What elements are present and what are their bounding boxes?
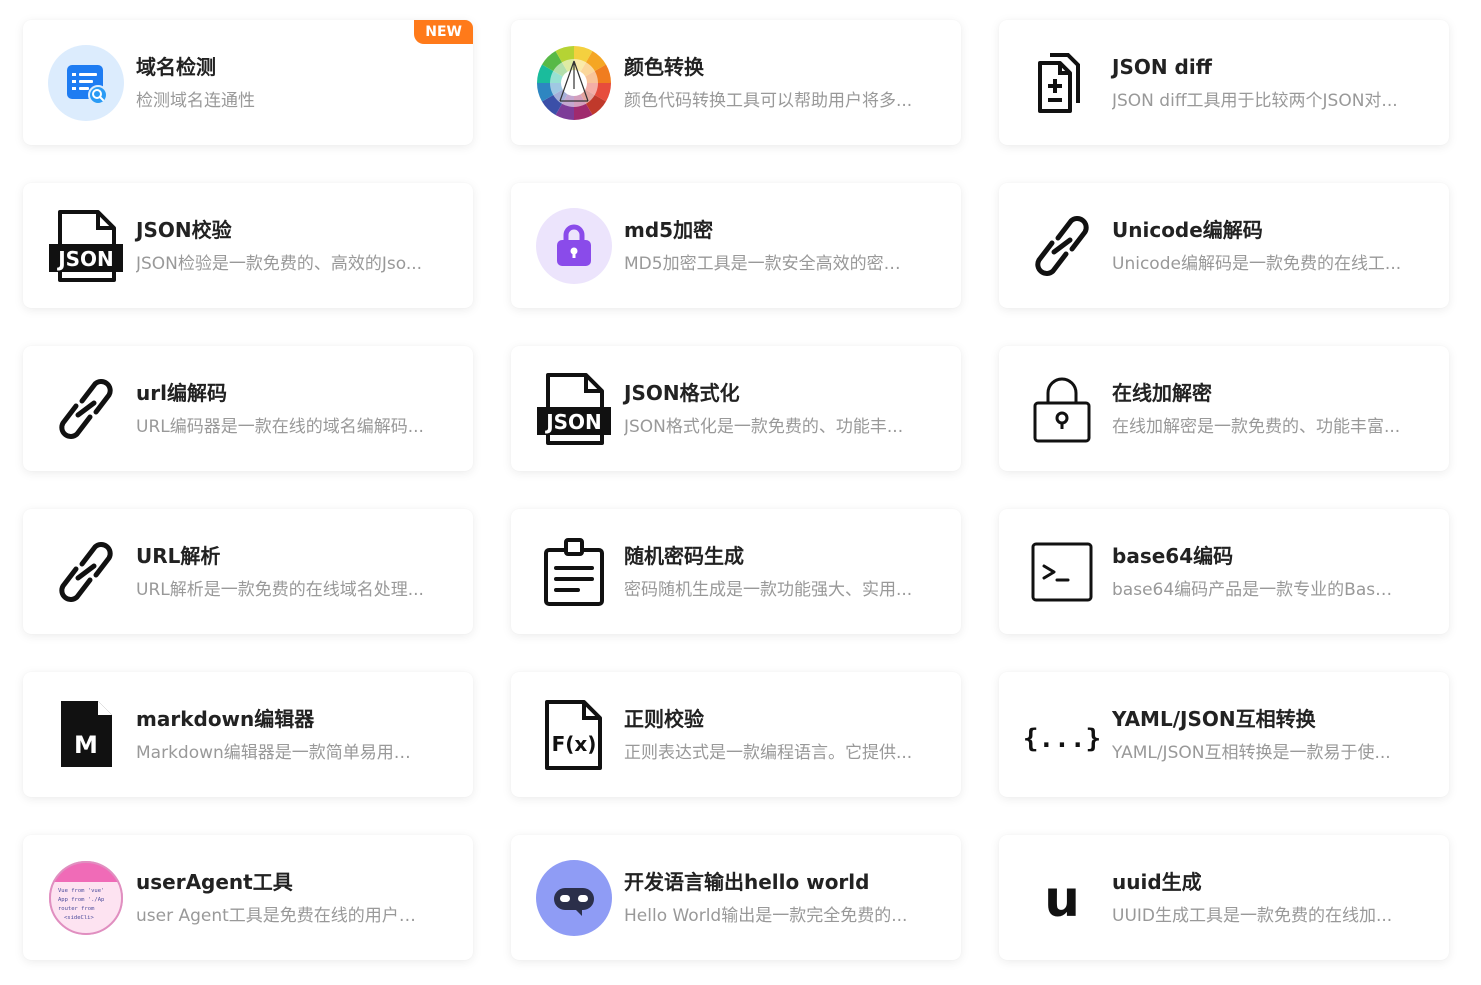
color-wheel-icon: [536, 45, 612, 121]
tool-card-uuid[interactable]: u uuid生成 UUID生成工具是一款免费的在线加...: [999, 835, 1449, 960]
tool-title: YAML/JSON互相转换: [1112, 706, 1316, 731]
link-icon: [1024, 208, 1100, 284]
tool-card-random-password[interactable]: 随机密码生成 密码随机生成是一款功能强大、实用...: [511, 509, 961, 634]
tool-card-yaml-json[interactable]: {...} YAML/JSON互相转换 YAML/JSON互相转换是一款易于使.…: [999, 672, 1449, 797]
function-file-icon: F(x): [536, 697, 612, 773]
tool-card-url-encode[interactable]: url编解码 URL编码器是一款在线的域名编解码...: [23, 346, 473, 471]
svg-text:router from: router from: [58, 906, 95, 912]
tool-title: url编解码: [136, 380, 227, 405]
svg-text:u: u: [1044, 870, 1080, 928]
svg-text:App from './Ap: App from './Ap: [58, 897, 104, 903]
tool-description: MD5加密工具是一款安全高效的密码...: [624, 253, 914, 274]
tool-card-url-parse[interactable]: URL解析 URL解析是一款免费的在线域名处理...: [23, 509, 473, 634]
json-file-icon: JSON: [48, 208, 124, 284]
svg-text:JSON: JSON: [544, 410, 602, 434]
tool-title: md5加密: [624, 217, 714, 242]
tool-grid: 域名检测 检测域名连通性 NEW 颜色转换 颜色代码转换工具可以帮助用户将多..…: [23, 20, 1449, 960]
tool-card-regex[interactable]: F(x) 正则校验 正则表达式是一款编程语言。它提供...: [511, 672, 961, 797]
tool-title: 域名检测: [136, 54, 216, 79]
svg-text:M: M: [74, 731, 98, 759]
braces-icon: {...}: [1024, 697, 1100, 773]
code-snippet-avatar-icon: Vue from 'vue' App from './Ap router fro…: [48, 860, 124, 936]
tool-description: 密码随机生成是一款功能强大、实用...: [624, 579, 913, 600]
tool-title: Unicode编解码: [1112, 217, 1263, 242]
svg-text:Vue from 'vue': Vue from 'vue': [58, 888, 104, 894]
tool-description: UUID生成工具是一款免费的在线加...: [1112, 905, 1393, 926]
tool-description: JSON检验是一款免费的、高效的Jso...: [136, 253, 423, 274]
letter-u-icon: u: [1024, 860, 1100, 936]
tool-card-base64[interactable]: base64编码 base64编码产品是一款专业的Base6...: [999, 509, 1449, 634]
robot-face-icon: [536, 859, 612, 936]
tool-card-json-format[interactable]: JSON JSON格式化 JSON格式化是一款免费的、功能丰...: [511, 346, 961, 471]
tool-description: base64编码产品是一款专业的Base6...: [1112, 579, 1402, 600]
tool-card-markdown[interactable]: M markdown编辑器 Markdown编辑器是一款简单易用的...: [23, 672, 473, 797]
tool-description: Unicode编解码是一款免费的在线工...: [1112, 253, 1402, 274]
file-diff-icon: [1024, 45, 1100, 121]
tool-title: JSON校验: [136, 217, 232, 242]
new-badge: NEW: [414, 20, 473, 44]
svg-text:{...}: {...}: [1024, 724, 1100, 754]
tool-title: base64编码: [1112, 543, 1234, 568]
tool-card-json-validate[interactable]: JSON JSON校验 JSON检验是一款免费的、高效的Jso...: [23, 183, 473, 308]
tool-description: 在线加解密是一款免费的、功能丰富...: [1112, 416, 1401, 437]
tool-title: 颜色转换: [624, 54, 704, 79]
tool-description: 正则表达式是一款编程语言。它提供...: [624, 742, 913, 763]
svg-text:JSON: JSON: [56, 247, 114, 271]
tool-title: userAgent工具: [136, 869, 293, 894]
json-file-icon: JSON: [536, 371, 612, 447]
tool-title: 正则校验: [624, 706, 704, 731]
tool-description: URL解析是一款免费的在线域名处理...: [136, 579, 424, 600]
tool-title: markdown编辑器: [136, 706, 315, 731]
tool-title: JSON格式化: [624, 380, 740, 405]
svg-text:F(x): F(x): [552, 732, 597, 756]
tool-card-encrypt-decrypt[interactable]: 在线加解密 在线加解密是一款免费的、功能丰富...: [999, 346, 1449, 471]
tool-card-unicode[interactable]: Unicode编解码 Unicode编解码是一款免费的在线工...: [999, 183, 1449, 308]
tool-title: uuid生成: [1112, 869, 1202, 894]
tool-card-user-agent[interactable]: Vue from 'vue' App from './Ap router fro…: [23, 835, 473, 960]
tool-description: JSON格式化是一款免费的、功能丰...: [624, 416, 904, 437]
tool-title: 随机密码生成: [624, 543, 744, 568]
link-icon: [48, 371, 124, 447]
tool-title: 在线加解密: [1112, 380, 1212, 405]
tool-card-md5[interactable]: md5加密 MD5加密工具是一款安全高效的密码...: [511, 183, 961, 308]
tool-description: 检测域名连通性: [136, 90, 255, 111]
tool-title: URL解析: [136, 543, 221, 568]
tool-title: JSON diff: [1112, 54, 1212, 79]
padlock-icon: [1024, 371, 1100, 447]
tool-description: JSON diff工具用于比较两个JSON对...: [1112, 90, 1398, 111]
link-icon: [48, 534, 124, 610]
markdown-file-icon: M: [48, 697, 124, 773]
terminal-icon: [1024, 534, 1100, 610]
tool-description: 颜色代码转换工具可以帮助用户将多...: [624, 90, 913, 111]
tool-description: YAML/JSON互相转换是一款易于使...: [1112, 742, 1391, 763]
tool-description: user Agent工具是免费在线的用户机...: [136, 905, 426, 926]
tool-card-color-convert[interactable]: 颜色转换 颜色代码转换工具可以帮助用户将多...: [511, 20, 961, 145]
tool-card-domain-check[interactable]: 域名检测 检测域名连通性 NEW: [23, 20, 473, 145]
tool-description: URL编码器是一款在线的域名编解码...: [136, 416, 424, 437]
tool-description: Hello World输出是一款完全免费的...: [624, 905, 908, 926]
tool-title: 开发语言输出hello world: [624, 869, 870, 894]
domain-check-icon: [48, 44, 124, 121]
tool-card-json-diff[interactable]: JSON diff JSON diff工具用于比较两个JSON对...: [999, 20, 1449, 145]
clipboard-icon: [536, 534, 612, 610]
tool-description: Markdown编辑器是一款简单易用的...: [136, 742, 426, 763]
purple-lock-icon: [536, 207, 612, 284]
svg-text:<sideCli>: <sideCli>: [64, 915, 94, 921]
tool-card-hello-world[interactable]: 开发语言输出hello world Hello World输出是一款完全免费的.…: [511, 835, 961, 960]
